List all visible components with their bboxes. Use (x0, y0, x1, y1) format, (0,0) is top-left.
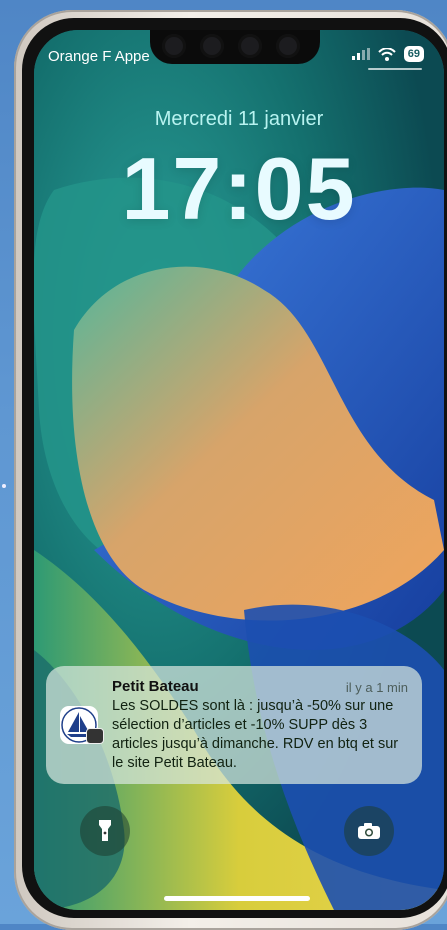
carrier-name: Orange F Appe (48, 48, 150, 65)
signal-icon (351, 48, 370, 60)
camera-notch (150, 30, 320, 64)
status-icons: 69 (351, 46, 424, 62)
notification-timestamp: il y a 1 min (345, 680, 408, 695)
notification-app-name: Petit Bateau (112, 678, 199, 695)
sensor (238, 34, 262, 58)
sensor (276, 34, 300, 58)
lock-date: Mercredi 11 janvier (154, 108, 324, 130)
home-indicator[interactable] (164, 896, 310, 901)
lock-clock: 17:05 (121, 139, 357, 238)
camera-icon (358, 823, 380, 839)
battery-icon: 69 (403, 46, 424, 62)
control-center-hint (368, 68, 422, 70)
edge-dot (2, 484, 6, 488)
wallet-badge-icon (86, 728, 104, 744)
notification-card[interactable]: Petit Bateau il y a 1 min Les SOLDES son… (46, 666, 422, 784)
sensor (200, 34, 224, 58)
camera-lens (162, 34, 186, 58)
wifi-icon (378, 47, 396, 61)
flashlight-button[interactable] (80, 806, 130, 856)
lock-screen: Orange F Appe 69 Mercredi 11 janvier 17:… (34, 30, 444, 910)
camera-button[interactable] (344, 806, 394, 856)
notification-message: Les SOLDES sont là : jusqu’à -50% sur un… (112, 698, 399, 771)
flashlight-icon (99, 820, 111, 841)
